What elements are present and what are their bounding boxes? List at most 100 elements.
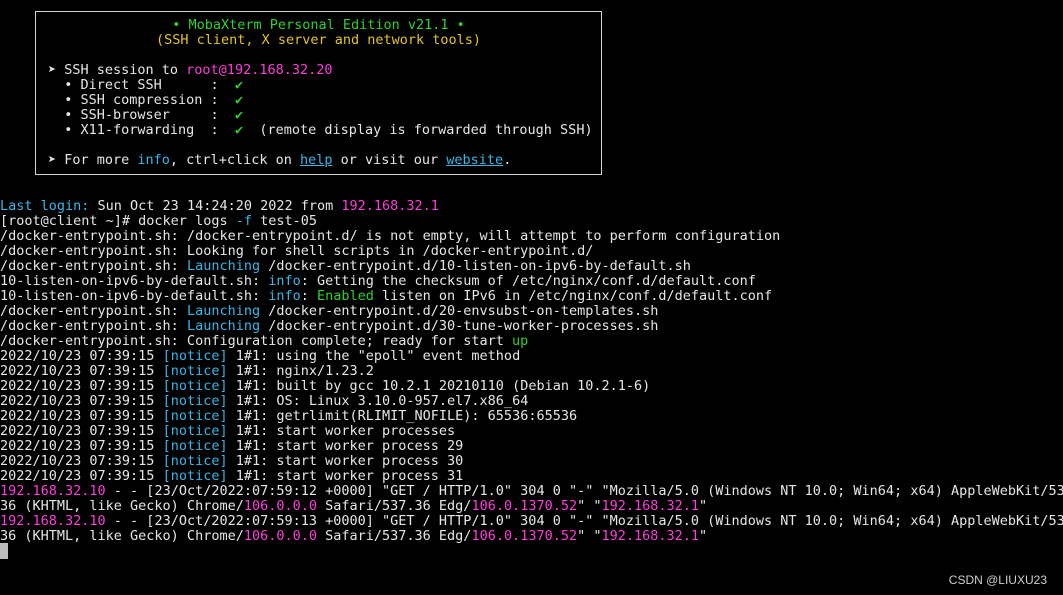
notice-line: 2022/10/23 07:39:15 [notice] 1#1: OS: Li…	[0, 394, 528, 409]
timestamp: 2022/10/23 07:39:15	[0, 423, 163, 439]
notice-tag: [notice]	[162, 468, 228, 484]
timestamp: 2022/10/23 07:39:15	[0, 453, 163, 469]
client-ip: 192.168.32.10	[0, 513, 106, 529]
notice-tag: [notice]	[162, 348, 228, 364]
session-prefix: ➤ SSH session to	[48, 62, 187, 78]
timestamp: 2022/10/23 07:39:15	[0, 378, 163, 394]
chrome-version: 106.0.0.0	[243, 498, 317, 514]
log-text: /docker-entrypoint.sh:	[0, 303, 187, 319]
notice-line: 2022/10/23 07:39:15 [notice] 1#1: start …	[0, 439, 463, 454]
log-line: /docker-entrypoint.sh: /docker-entrypoin…	[0, 228, 781, 244]
access-log-line-wrap: 36 (KHTML, like Gecko) Chrome/106.0.0.0 …	[0, 529, 707, 544]
website-link[interactable]: website	[446, 152, 503, 168]
notice-line: 2022/10/23 07:39:15 [notice] 1#1: getrli…	[0, 409, 577, 424]
log-keyword: Enabled	[317, 288, 374, 304]
access-text: Safari/537.36 Edg/	[317, 498, 472, 514]
edge-version: 106.0.1370.52	[471, 528, 578, 544]
forwarded-ip: 192.168.32.1	[601, 528, 700, 544]
more-text: or visit our	[332, 152, 447, 168]
notice-tag: [notice]	[162, 378, 228, 394]
access-text: " "	[577, 528, 602, 544]
log-text: 10-listen-on-ipv6-by-default.sh:	[0, 273, 269, 289]
feature-x11-forwarding: • X11-forwarding : ✔ (remote display is …	[48, 122, 592, 138]
feature-label: • SSH-browser :	[48, 107, 235, 123]
log-text: /docker-entrypoint.d/20-envsubst-on-temp…	[260, 303, 659, 319]
log-line: /docker-entrypoint.sh: Launching /docker…	[0, 304, 658, 319]
log-keyword: up	[512, 333, 529, 349]
forwarded-ip: 192.168.32.1	[601, 498, 700, 514]
access-text: 36 (KHTML, like Gecko) Chrome/	[0, 528, 244, 544]
check-icon: ✔	[234, 107, 244, 123]
notice-line: 2022/10/23 07:39:15 [notice] 1#1: start …	[0, 424, 455, 439]
access-log-line-wrap: 36 (KHTML, like Gecko) Chrome/106.0.0.0 …	[0, 499, 707, 514]
help-link[interactable]: help	[300, 152, 333, 168]
notice-tag: [notice]	[162, 363, 228, 379]
log-line: /docker-entrypoint.sh: Launching /docker…	[0, 319, 658, 334]
notice-message: 1#1: start worker process 30	[227, 453, 464, 469]
ssh-session-line: ➤ SSH session to root@192.168.32.20	[48, 63, 332, 78]
edge-version: 106.0.1370.52	[471, 498, 578, 514]
timestamp: 2022/10/23 07:39:15	[0, 408, 163, 424]
last-login-ip: 192.168.32.1	[341, 198, 439, 214]
notice-line: 2022/10/23 07:39:15 [notice] 1#1: using …	[0, 349, 520, 364]
more-text: , ctrl+click on	[169, 152, 300, 168]
log-text: /docker-entrypoint.d/10-listen-on-ipv6-b…	[260, 258, 691, 274]
feature-label: • Direct SSH :	[48, 77, 235, 93]
notice-message: 1#1: OS: Linux 3.10.0-957.el7.x86_64	[227, 393, 529, 409]
log-text: /docker-entrypoint.sh:	[0, 258, 187, 274]
check-icon: ✔	[234, 92, 244, 108]
timestamp: 2022/10/23 07:39:15	[0, 393, 163, 409]
access-text: 36 (KHTML, like Gecko) Chrome/	[0, 498, 244, 514]
log-line: /docker-entrypoint.sh: Configuration com…	[0, 334, 528, 349]
feature-ssh-browser: • SSH-browser : ✔	[48, 108, 243, 123]
log-keyword: Launching	[186, 303, 261, 319]
feature-label: • SSH compression :	[48, 92, 235, 108]
timestamp: 2022/10/23 07:39:15	[0, 438, 163, 454]
session-host: root@192.168.32.20	[186, 62, 333, 78]
chrome-version: 106.0.0.0	[243, 528, 317, 544]
log-text: /docker-entrypoint.sh:	[0, 318, 187, 334]
access-text: - - [23/Oct/2022:07:59:13 +0000] "GET / …	[105, 513, 1063, 529]
notice-line: 2022/10/23 07:39:15 [notice] 1#1: start …	[0, 454, 463, 469]
access-log-line: 192.168.32.10 - - [23/Oct/2022:07:59:12 …	[0, 484, 1063, 499]
notice-line: 2022/10/23 07:39:15 [notice] 1#1: built …	[0, 379, 650, 394]
more-info-line: ➤ For more info, ctrl+click on help or v…	[48, 153, 511, 168]
info-link[interactable]: info	[137, 152, 170, 168]
feature-ssh-compression: • SSH compression : ✔	[48, 93, 243, 108]
access-text: "	[699, 528, 708, 544]
more-end: .	[503, 152, 512, 168]
access-text: - - [23/Oct/2022:07:59:12 +0000] "GET / …	[105, 483, 1063, 499]
notice-tag: [notice]	[162, 423, 228, 439]
log-line: 10-listen-on-ipv6-by-default.sh: info: E…	[0, 289, 772, 304]
prompt-flag: -f	[235, 213, 252, 229]
access-text: " "	[577, 498, 602, 514]
notice-message: 1#1: start worker processes	[227, 423, 456, 439]
terminal-cursor[interactable]	[0, 543, 8, 559]
notice-message: 1#1: start worker process 29	[227, 438, 464, 454]
notice-tag: [notice]	[162, 408, 228, 424]
log-line: /docker-entrypoint.sh: Looking for shell…	[0, 243, 594, 259]
notice-message: 1#1: start worker process 31	[227, 468, 464, 484]
feature-direct-ssh: • Direct SSH : ✔	[48, 78, 243, 93]
last-login-label: Last login:	[0, 198, 90, 214]
check-icon: ✔	[234, 122, 244, 138]
notice-message: 1#1: built by gcc 10.2.1 20210110 (Debia…	[227, 378, 651, 394]
log-keyword: info	[268, 288, 301, 304]
access-log-line: 192.168.32.10 - - [23/Oct/2022:07:59:13 …	[0, 514, 1063, 529]
log-line: /docker-entrypoint.sh: Launching /docker…	[0, 259, 691, 274]
notice-line: 2022/10/23 07:39:15 [notice] 1#1: start …	[0, 469, 463, 484]
terminal-window[interactable]: { "banner": { "title": "• MobaXterm Pers…	[0, 0, 1063, 595]
log-keyword: info	[268, 273, 301, 289]
last-login-text: Sun Oct 23 14:24:20 2022 from	[89, 198, 342, 214]
client-ip: 192.168.32.10	[0, 483, 106, 499]
more-prefix: ➤ For more	[48, 152, 138, 168]
notice-line: 2022/10/23 07:39:15 [notice] 1#1: nginx/…	[0, 364, 374, 379]
last-login-line: Last login: Sun Oct 23 14:24:20 2022 fro…	[0, 199, 439, 214]
check-icon: ✔	[234, 77, 244, 93]
log-text: /docker-entrypoint.sh: Configuration com…	[0, 333, 513, 349]
watermark: CSDN @LIUXU23	[948, 573, 1047, 587]
banner-subtitle: (SSH client, X server and network tools)	[155, 32, 482, 48]
welcome-banner: • MobaXterm Personal Edition v21.1 • (SS…	[35, 11, 602, 175]
timestamp: 2022/10/23 07:39:15	[0, 363, 163, 379]
log-text: : Getting the checksum of /etc/nginx/con…	[300, 273, 756, 289]
